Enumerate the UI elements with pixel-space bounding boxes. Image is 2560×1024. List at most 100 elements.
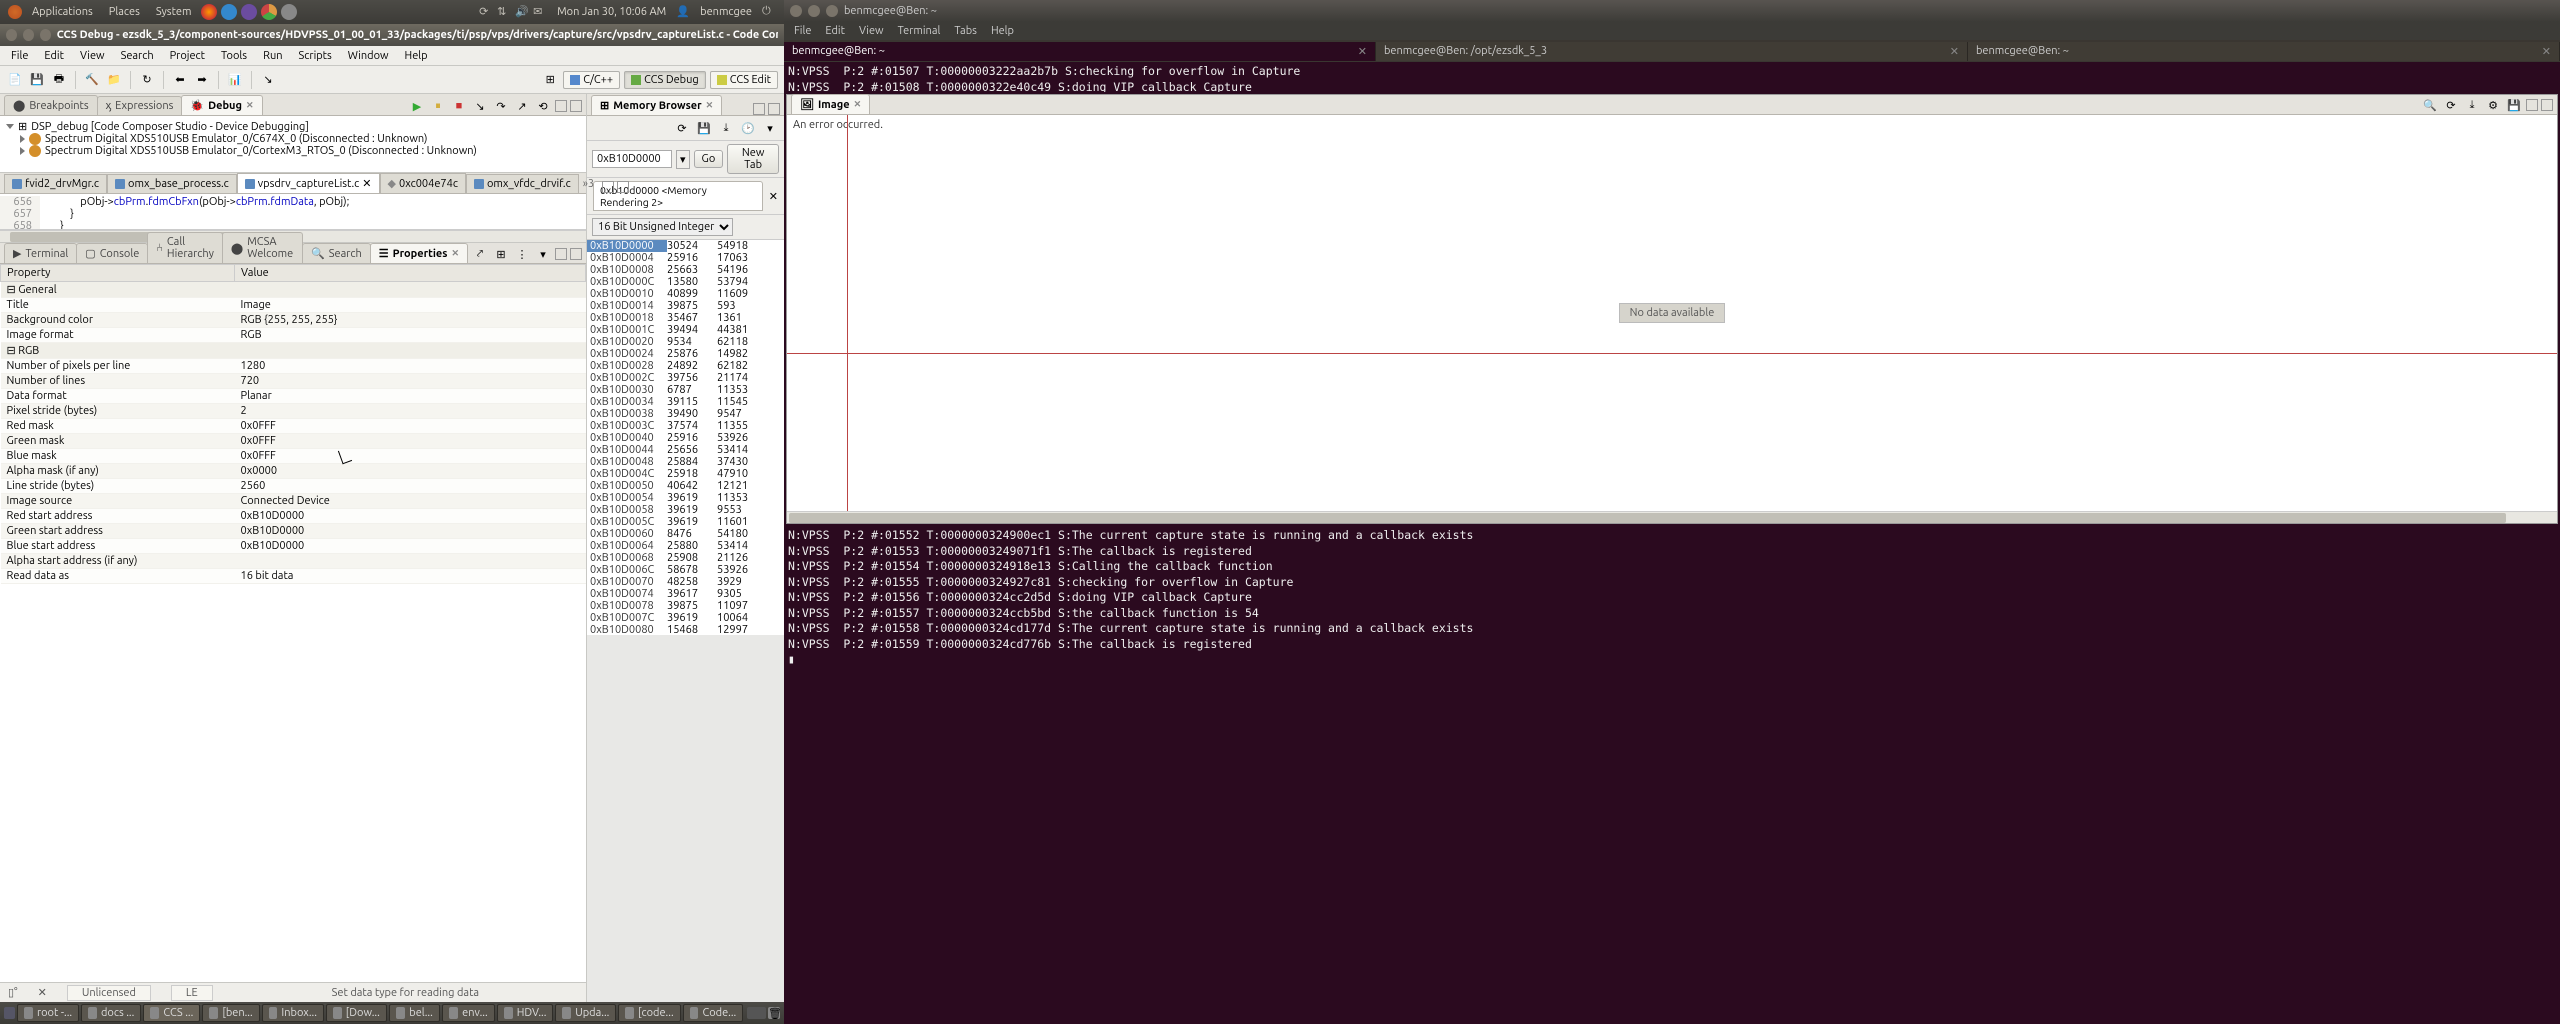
editor-tab-2[interactable]: vpsdrv_captureList.c✕ xyxy=(237,173,380,193)
min-icon[interactable] xyxy=(2526,99,2538,111)
memory-row[interactable]: 0xB10D0018354671361 xyxy=(587,312,784,324)
go-button[interactable]: Go xyxy=(694,150,724,168)
prop-name[interactable]: Image source xyxy=(1,494,235,509)
window-max-icon[interactable] xyxy=(826,5,838,17)
term-tab-2[interactable]: benmcgee@Ben: ~✕ xyxy=(1968,42,2560,61)
restart-icon[interactable]: ↻ xyxy=(138,71,156,89)
memory-row[interactable]: 0xB10D0038394909547 xyxy=(587,408,784,420)
stop-icon[interactable]: ■ xyxy=(450,97,468,115)
link-icon[interactable]: ⤤ xyxy=(471,245,489,263)
memory-row[interactable]: 0xB10D00282489262182 xyxy=(587,360,784,372)
show-desktop-icon[interactable] xyxy=(4,1007,15,1019)
status-icon[interactable]: ▯° xyxy=(8,986,18,999)
image-hscroll[interactable] xyxy=(787,511,2557,523)
memory-row[interactable]: 0xB10D004C2591847910 xyxy=(587,468,784,480)
window-close-icon[interactable] xyxy=(6,29,17,41)
memory-row[interactable]: 0xB10D00003052454918 xyxy=(587,240,784,252)
prop-value[interactable]: Planar xyxy=(235,389,586,404)
stepout-icon[interactable]: ↗ xyxy=(513,97,531,115)
print-icon[interactable]: 🖶 xyxy=(50,71,68,89)
username[interactable]: benmcgee xyxy=(692,6,760,18)
close-icon[interactable]: ✕ xyxy=(706,100,714,111)
clock[interactable]: Mon Jan 30, 10:06 AM xyxy=(549,6,674,18)
menu-file[interactable]: File xyxy=(4,48,35,64)
close-icon[interactable]: ✕ xyxy=(451,248,459,259)
max-icon[interactable] xyxy=(570,248,582,260)
prop-value[interactable]: 0xB10D0000 xyxy=(235,509,586,524)
tab-debug[interactable]: 🐞Debug✕ xyxy=(181,95,262,115)
status-flag-icon[interactable]: ✕ xyxy=(38,986,47,999)
window-max-icon[interactable] xyxy=(40,29,51,41)
memory-address-input[interactable] xyxy=(592,150,672,168)
task-item[interactable]: [Dow... xyxy=(326,1004,387,1022)
close-icon[interactable]: ✕ xyxy=(2542,45,2551,58)
task-item[interactable]: Upda... xyxy=(555,1004,616,1022)
memory-row[interactable]: 0xB10D00482588437430 xyxy=(587,456,784,468)
close-icon[interactable]: ✕ xyxy=(1950,45,1959,58)
save-icon[interactable]: 💾 xyxy=(695,119,713,137)
back-icon[interactable]: ⬅ xyxy=(171,71,189,89)
window-min-icon[interactable] xyxy=(23,29,34,41)
properties-view[interactable]: PropertyValue ⊟ GeneralTitleImageBackgro… xyxy=(0,264,586,982)
prop-value[interactable]: Image xyxy=(235,298,586,313)
close-icon[interactable]: ✕ xyxy=(769,190,778,203)
memory-row[interactable]: 0xB10D0030678711353 xyxy=(587,384,784,396)
prop-name[interactable]: Pixel stride (bytes) xyxy=(1,404,235,419)
editor-tab-4[interactable]: omx_vfdc_drvif.c xyxy=(466,174,579,193)
help-icon[interactable] xyxy=(241,4,257,20)
close-icon[interactable]: ✕ xyxy=(854,99,862,110)
firefox-icon[interactable] xyxy=(201,4,217,20)
perspective-edit[interactable]: CCS Edit xyxy=(710,71,778,89)
min-icon[interactable] xyxy=(555,248,567,260)
save-icon[interactable]: 💾 xyxy=(28,71,46,89)
stepinto-icon[interactable]: ↘ xyxy=(471,97,489,115)
term-tab-0[interactable]: benmcgee@Ben: ~✕ xyxy=(784,42,1376,61)
col-property[interactable]: Property xyxy=(1,265,235,282)
power-icon[interactable]: ⏻ xyxy=(762,5,776,19)
task-item[interactable]: HDV... xyxy=(497,1004,554,1022)
export-icon[interactable]: ⤓ xyxy=(717,119,735,137)
prop-name[interactable]: Title xyxy=(1,298,235,313)
memory-row[interactable]: 0xB10D0070482583929 xyxy=(587,576,784,588)
prop-value[interactable]: 720 xyxy=(235,374,586,389)
image-canvas[interactable]: An error occurred. No data available xyxy=(787,115,2557,511)
menu-view[interactable]: View xyxy=(73,48,112,64)
task-item[interactable]: docs ... xyxy=(81,1004,141,1022)
min-icon[interactable] xyxy=(753,103,765,115)
menu-icon[interactable]: ▾ xyxy=(534,245,552,263)
terminal-output-top[interactable]: N:VPSS P:2 #:01507 T:00000003222aa2b7b S… xyxy=(784,62,2560,92)
mail-icon[interactable]: ✉ xyxy=(533,5,547,19)
tab-properties[interactable]: ☰Properties✕ xyxy=(370,243,468,263)
tmenu-file[interactable]: File xyxy=(788,24,817,38)
prop-value[interactable]: 0x0FFF xyxy=(235,434,586,449)
menu-scripts[interactable]: Scripts xyxy=(292,48,339,64)
prop-value[interactable]: 0x0000 xyxy=(235,464,586,479)
task-item[interactable]: [ben... xyxy=(202,1004,259,1022)
memory-row[interactable]: 0xB10D00343911511545 xyxy=(587,396,784,408)
close-icon[interactable]: ✕ xyxy=(1358,45,1367,58)
memory-row[interactable]: 0xB10D00242587614982 xyxy=(587,348,784,360)
perspective-cpp[interactable]: C/C++ xyxy=(563,71,620,89)
prop-name[interactable]: Blue mask xyxy=(1,449,235,464)
prop-name[interactable]: Line stride (bytes) xyxy=(1,479,235,494)
prop-value[interactable] xyxy=(235,554,586,569)
prop-name[interactable]: Blue start address xyxy=(1,539,235,554)
refresh-icon[interactable]: ⟳ xyxy=(673,119,691,137)
trash-icon[interactable]: 🗑 xyxy=(768,1007,780,1019)
prop-value[interactable]: 16 bit data xyxy=(235,569,586,584)
memory-row[interactable]: 0xB10D00402591653926 xyxy=(587,432,784,444)
tab-search[interactable]: 🔍Search xyxy=(302,243,371,263)
task-item[interactable]: env... xyxy=(442,1004,495,1022)
memory-row[interactable]: 0xB10D006C5867853926 xyxy=(587,564,784,576)
settings-icon[interactable]: ⚙ xyxy=(2484,96,2502,114)
memory-row[interactable]: 0xB10D002C3975621174 xyxy=(587,372,784,384)
prop-name[interactable]: Image format xyxy=(1,328,235,343)
task-item[interactable]: CCS ... xyxy=(143,1004,200,1022)
new-icon[interactable]: 📄 xyxy=(6,71,24,89)
network-icon[interactable]: ⇅ xyxy=(497,5,511,19)
window-min-icon[interactable] xyxy=(808,5,820,17)
menu-applications[interactable]: Applications xyxy=(24,6,101,18)
max-icon[interactable] xyxy=(617,181,629,193)
tmenu-terminal[interactable]: Terminal xyxy=(892,24,947,38)
prop-name[interactable]: Read data as xyxy=(1,569,235,584)
